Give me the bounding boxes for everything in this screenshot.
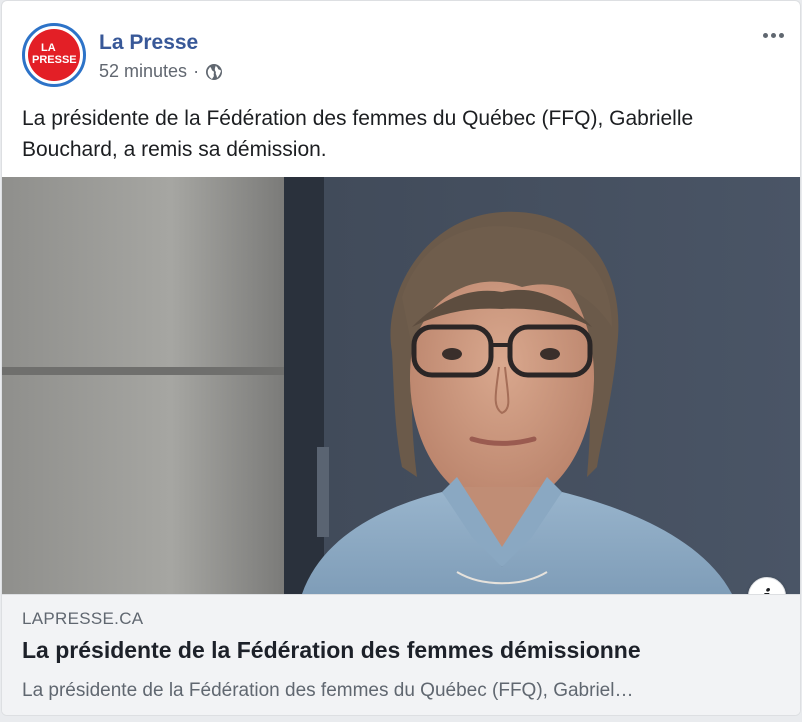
post-message-line-2: Bouchard, a remis sa démission. bbox=[22, 138, 327, 161]
la-presse-logo-mark: LA PRESSE bbox=[32, 42, 77, 66]
page-avatar[interactable]: LA PRESSE bbox=[22, 23, 86, 87]
article-photo[interactable] bbox=[2, 177, 801, 594]
link-description: La présidente de la Fédération des femme… bbox=[22, 680, 634, 701]
more-options-button[interactable] bbox=[758, 23, 788, 47]
globe-icon[interactable] bbox=[205, 63, 223, 81]
logo-text-la: LA bbox=[41, 42, 56, 54]
page-name-link[interactable]: La Presse bbox=[99, 31, 198, 55]
more-dot-icon bbox=[778, 32, 784, 38]
la-presse-logo: LA PRESSE bbox=[28, 29, 80, 81]
more-dot-icon bbox=[762, 32, 768, 38]
link-domain: LAPRESSE.CA bbox=[22, 609, 144, 628]
logo-text-presse: PRESSE bbox=[32, 54, 77, 66]
post-timestamp[interactable]: 52 minutes bbox=[99, 61, 187, 82]
link-title[interactable]: La présidente de la Fédération des femme… bbox=[22, 637, 641, 664]
more-dot-icon bbox=[770, 32, 776, 38]
facebook-post-card: LA PRESSE La Presse 52 minutes · La prés… bbox=[1, 0, 801, 716]
post-meta: 52 minutes · bbox=[99, 61, 223, 82]
link-preview[interactable]: LAPRESSE.CA La présidente de la Fédérati… bbox=[2, 594, 800, 715]
post-message: La présidente de la Fédération des femme… bbox=[22, 103, 792, 165]
post-header: LA PRESSE La Presse 52 minutes · bbox=[2, 1, 800, 89]
post-message-line-1: La présidente de la Fédération des femme… bbox=[22, 107, 694, 130]
meta-separator: · bbox=[193, 61, 200, 81]
